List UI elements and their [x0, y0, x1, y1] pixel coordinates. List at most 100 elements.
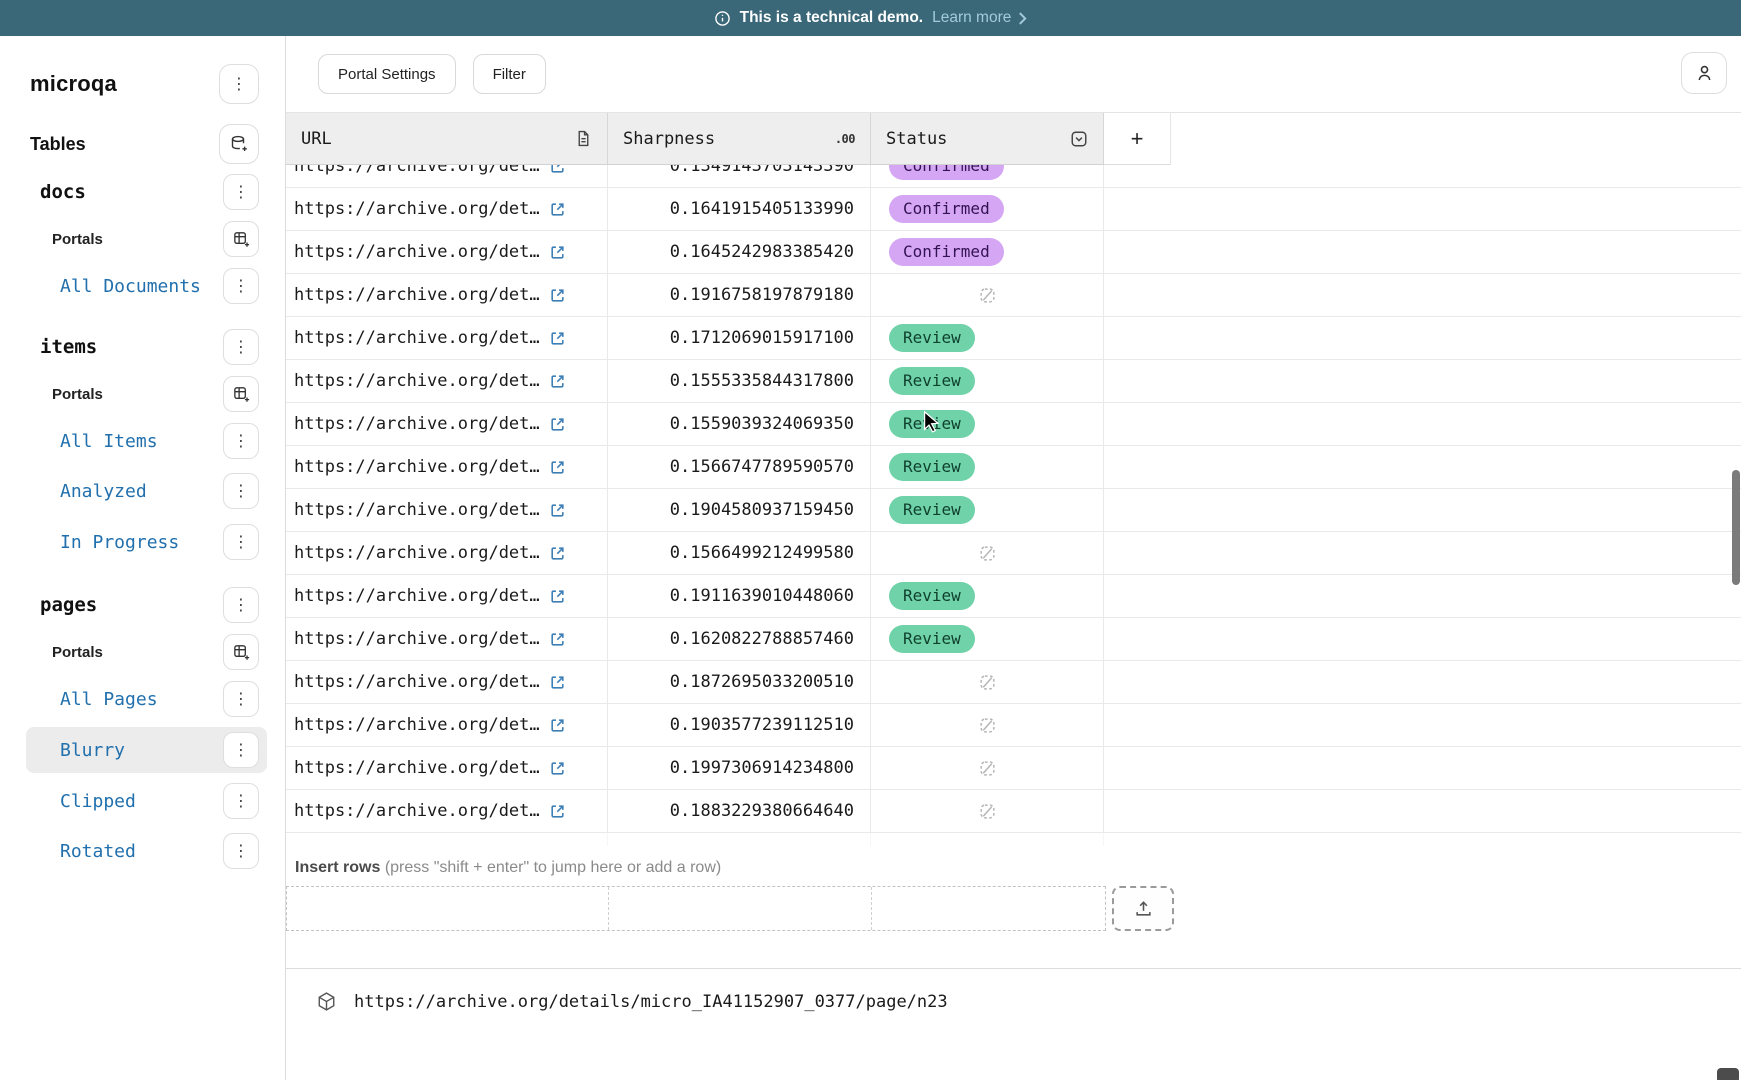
external-link-icon[interactable] — [549, 459, 566, 476]
external-link-icon[interactable] — [549, 244, 566, 261]
external-link-icon[interactable] — [549, 330, 566, 347]
external-link-icon[interactable] — [549, 631, 566, 648]
external-link-icon[interactable] — [549, 373, 566, 390]
add-portal-button[interactable] — [223, 376, 259, 412]
status-cell[interactable] — [871, 747, 1104, 789]
external-link-icon[interactable] — [549, 545, 566, 562]
status-cell[interactable]: Review — [871, 403, 1104, 445]
add-table-button[interactable] — [219, 124, 259, 164]
sidebar-view-in-progress[interactable]: In Progress ⋮ — [0, 519, 285, 565]
url-cell[interactable]: https://archive.org/det… — [286, 317, 608, 359]
url-cell[interactable]: https://archive.org/det… — [286, 489, 608, 531]
pages-portals-row[interactable]: Portals — [0, 631, 285, 673]
url-cell[interactable]: https://archive.org/det… — [286, 704, 608, 746]
sharpness-cell[interactable]: 0.1872695033200510 — [608, 661, 871, 703]
sidebar-table-items[interactable]: items ⋮ — [0, 325, 285, 369]
add-column-button[interactable]: + — [1104, 113, 1171, 165]
view-menu-button[interactable]: ⋮ — [223, 473, 259, 509]
filter-button[interactable]: Filter — [473, 54, 546, 94]
view-menu-button[interactable]: ⋮ — [223, 524, 259, 560]
banner-learn-more-link[interactable]: Learn more — [932, 9, 1027, 27]
status-cell[interactable] — [871, 661, 1104, 703]
column-header-url[interactable]: URL — [286, 113, 608, 165]
scrollbar-corner[interactable] — [1717, 1068, 1739, 1080]
status-cell[interactable]: Review — [871, 489, 1104, 531]
view-menu-button[interactable]: ⋮ — [223, 681, 259, 717]
sharpness-cell[interactable]: 0.1641915405133990 — [608, 188, 871, 230]
url-cell[interactable]: https://archive.org/det… — [286, 403, 608, 445]
view-menu-button[interactable]: ⋮ — [223, 833, 259, 869]
sidebar-view-rotated[interactable]: Rotated ⋮ — [0, 828, 285, 874]
sharpness-cell[interactable]: 0.1997306914234800 — [608, 747, 871, 789]
external-link-icon[interactable] — [549, 717, 566, 734]
view-menu-button[interactable]: ⋮ — [223, 268, 259, 304]
add-portal-button[interactable] — [223, 634, 259, 670]
external-link-icon[interactable] — [549, 760, 566, 777]
sidebar-view-blurry[interactable]: Blurry ⋮ — [26, 727, 267, 773]
sidebar-view-all-pages[interactable]: All Pages ⋮ — [0, 676, 285, 722]
external-link-icon[interactable] — [549, 165, 566, 175]
sidebar-table-docs[interactable]: docs ⋮ — [0, 170, 285, 214]
external-link-icon[interactable] — [549, 502, 566, 519]
items-menu-button[interactable]: ⋮ — [223, 329, 259, 365]
insert-cell-sharpness[interactable] — [609, 887, 872, 930]
status-cell[interactable]: Review — [871, 618, 1104, 660]
sharpness-cell[interactable]: 0.1620822788857460 — [608, 618, 871, 660]
url-cell[interactable]: https://archive.org/det… — [286, 790, 608, 832]
view-menu-button[interactable]: ⋮ — [223, 783, 259, 819]
status-cell[interactable] — [871, 704, 1104, 746]
external-link-icon[interactable] — [549, 287, 566, 304]
docs-menu-button[interactable]: ⋮ — [223, 174, 259, 210]
sidebar-view-all-documents[interactable]: All Documents ⋮ — [0, 263, 285, 309]
sidebar-view-all-items[interactable]: All Items ⋮ — [0, 418, 285, 464]
url-cell[interactable]: https://archive.org/det… — [286, 165, 608, 187]
column-header-sharpness[interactable]: Sharpness .00 — [608, 113, 871, 165]
external-link-icon[interactable] — [549, 588, 566, 605]
insert-cell-url[interactable] — [287, 887, 609, 930]
sharpness-cell[interactable]: 0.1916758197879180 — [608, 274, 871, 316]
add-portal-button[interactable] — [223, 221, 259, 257]
sharpness-cell[interactable]: 0.1566747789590570 — [608, 446, 871, 488]
view-menu-button[interactable]: ⋮ — [223, 423, 259, 459]
status-cell[interactable]: Review — [871, 575, 1104, 617]
url-cell[interactable]: https://archive.org/det… — [286, 360, 608, 402]
status-cell[interactable]: Review — [871, 317, 1104, 359]
url-cell[interactable]: https://archive.org/det… — [286, 661, 608, 703]
sharpness-cell[interactable]: 0.1566499212499580 — [608, 532, 871, 574]
column-header-status[interactable]: Status — [871, 113, 1104, 165]
status-cell[interactable] — [871, 790, 1104, 832]
status-cell[interactable] — [871, 274, 1104, 316]
pages-menu-button[interactable]: ⋮ — [223, 587, 259, 623]
url-cell[interactable]: https://archive.org/det… — [286, 575, 608, 617]
url-cell[interactable]: https://archive.org/det… — [286, 231, 608, 273]
items-portals-row[interactable]: Portals — [0, 373, 285, 415]
external-link-icon[interactable] — [549, 416, 566, 433]
external-link-icon[interactable] — [549, 201, 566, 218]
sharpness-cell[interactable]: 0.1555335844317800 — [608, 360, 871, 402]
url-cell[interactable]: https://archive.org/det… — [286, 747, 608, 789]
sharpness-cell[interactable]: 0.1911639010448060 — [608, 575, 871, 617]
url-cell[interactable]: https://archive.org/det… — [286, 618, 608, 660]
sharpness-cell[interactable]: 0.1885577733437720 — [608, 833, 871, 846]
sidebar-view-clipped[interactable]: Clipped ⋮ — [0, 778, 285, 824]
url-cell[interactable]: https://archive.org/det… — [286, 833, 608, 846]
sharpness-cell[interactable]: 0.1559039324069350 — [608, 403, 871, 445]
sharpness-cell[interactable]: 0.1712069015917100 — [608, 317, 871, 359]
status-cell[interactable]: Review — [871, 360, 1104, 402]
external-link-icon[interactable] — [549, 803, 566, 820]
url-cell[interactable]: https://archive.org/det… — [286, 446, 608, 488]
docs-portals-row[interactable]: Portals — [0, 218, 285, 260]
sidebar-table-pages[interactable]: pages ⋮ — [0, 583, 285, 627]
sharpness-cell[interactable]: 0.1883229380664640 — [608, 790, 871, 832]
url-cell[interactable]: https://archive.org/det… — [286, 274, 608, 316]
url-cell[interactable]: https://archive.org/det… — [286, 188, 608, 230]
sharpness-cell[interactable]: 0.1349143703143390 — [608, 165, 871, 187]
view-menu-button[interactable]: ⋮ — [223, 732, 259, 768]
url-cell[interactable]: https://archive.org/det… — [286, 532, 608, 574]
status-cell[interactable]: Confirmed — [871, 231, 1104, 273]
insert-cell-status[interactable] — [872, 887, 1105, 930]
sharpness-cell[interactable]: 0.1904580937159450 — [608, 489, 871, 531]
vertical-scrollbar-thumb[interactable] — [1732, 470, 1740, 585]
portal-settings-button[interactable]: Portal Settings — [318, 54, 456, 94]
status-cell[interactable]: Confirmed — [871, 165, 1104, 187]
